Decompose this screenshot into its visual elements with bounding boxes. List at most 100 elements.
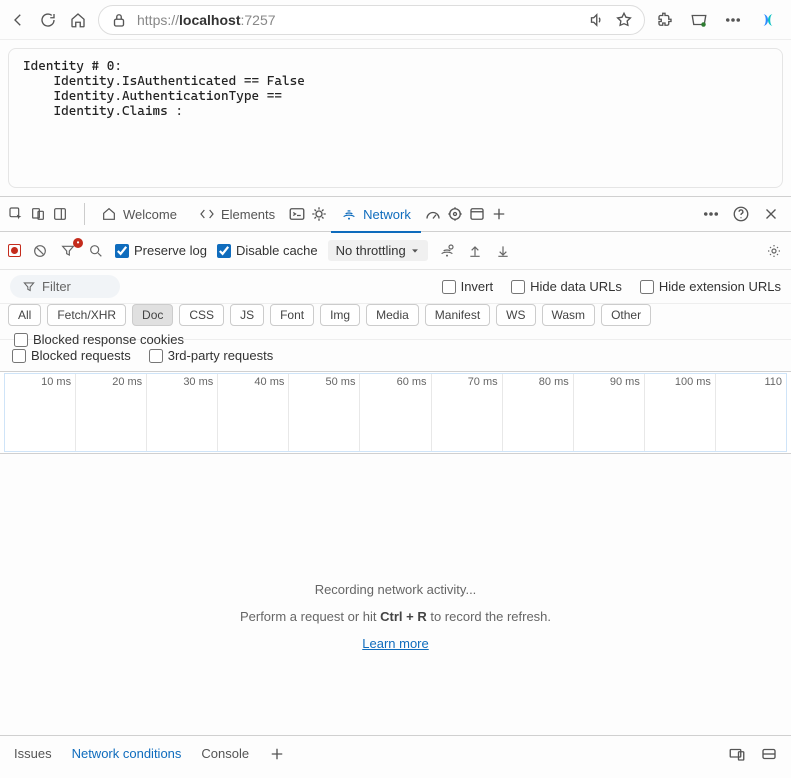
timeline-column: 20 ms <box>76 374 147 451</box>
timeline-label: 40 ms <box>254 376 284 388</box>
timeline-column: 70 ms <box>432 374 503 451</box>
sources-tab-icon[interactable] <box>309 204 329 224</box>
record-button[interactable] <box>8 244 21 257</box>
export-icon[interactable] <box>494 242 512 260</box>
help-icon[interactable] <box>731 204 751 224</box>
network-timeline[interactable]: 10 ms 20 ms 30 ms 40 ms 50 ms 60 ms 70 ms 80 ms… <box>0 372 791 454</box>
timeline-column: 40 ms <box>218 374 289 451</box>
timeline-label: 80 ms <box>539 376 569 388</box>
resource-pill-media[interactable]: Media <box>366 304 419 326</box>
drawer-expand-icon[interactable] <box>759 744 779 764</box>
timeline-column: 80 ms <box>503 374 574 451</box>
resource-pill-css[interactable]: CSS <box>179 304 224 326</box>
tab-welcome[interactable]: Welcome <box>91 196 187 232</box>
clear-icon[interactable] <box>31 242 49 260</box>
application-tab-icon[interactable] <box>467 204 487 224</box>
console-tab-icon[interactable] <box>287 204 307 224</box>
resource-type-filters: All Fetch/XHR Doc CSS JS Font Img Media Manifest… <box>0 304 791 340</box>
network-conditions-icon[interactable] <box>438 242 456 260</box>
disable-cache-checkbox[interactable]: Disable cache <box>217 243 318 258</box>
preserve-log-checkbox[interactable]: Preserve log <box>115 243 207 258</box>
resource-pill-font[interactable]: Font <box>270 304 314 326</box>
timeline-label: 110 <box>764 376 782 388</box>
timeline-label: 100 ms <box>675 376 711 388</box>
hide-data-urls-checkbox[interactable]: Hide data URLs <box>511 279 622 294</box>
learn-more-link[interactable]: Learn more <box>362 636 428 651</box>
drawer-tab-issues[interactable]: Issues <box>12 742 54 765</box>
divider <box>84 203 85 225</box>
network-settings-icon[interactable] <box>765 242 783 260</box>
drawer-tab-console[interactable]: Console <box>199 742 251 765</box>
filter-row-options: Filter Invert Hide data URLs Hide extens… <box>0 270 791 304</box>
refresh-icon[interactable] <box>38 10 58 30</box>
third-party-checkbox[interactable]: 3rd-party requests <box>149 348 274 363</box>
resource-pill-js[interactable]: JS <box>230 304 264 326</box>
devtools-more-icon[interactable] <box>701 204 721 224</box>
devtools-tabstrip: Welcome Elements Network <box>0 196 791 232</box>
inspect-icon[interactable] <box>6 204 26 224</box>
timeline-column: 50 ms <box>289 374 360 451</box>
tab-elements[interactable]: Elements <box>189 196 285 232</box>
timeline-label: 50 ms <box>326 376 356 388</box>
filter-input[interactable]: Filter <box>10 275 120 298</box>
search-icon[interactable] <box>87 242 105 260</box>
memory-tab-icon[interactable] <box>445 204 465 224</box>
blocked-requests-checkbox[interactable]: Blocked requests <box>12 348 131 363</box>
timeline-column: 110 <box>716 374 786 451</box>
dock-icon[interactable] <box>50 204 70 224</box>
recording-line1: Recording network activity... <box>315 582 477 597</box>
recording-placeholder: Recording network activity... Perform a … <box>0 454 791 778</box>
tab-network[interactable]: Network <box>331 196 421 232</box>
back-icon[interactable] <box>8 10 28 30</box>
extensions-icon[interactable] <box>655 10 675 30</box>
hide-extension-urls-checkbox[interactable]: Hide extension URLs <box>640 279 781 294</box>
add-tab-icon[interactable] <box>489 204 509 224</box>
blocked-cookies-checkbox[interactable]: Blocked response cookies <box>14 332 184 347</box>
copilot-icon[interactable] <box>757 9 779 31</box>
import-icon[interactable] <box>466 242 484 260</box>
timeline-column: 10 ms <box>5 374 76 451</box>
drawer-device-icon[interactable] <box>727 744 747 764</box>
resource-pill-img[interactable]: Img <box>320 304 360 326</box>
timeline-label: 70 ms <box>468 376 498 388</box>
inspect-device-icons <box>6 204 78 224</box>
resource-pill-other[interactable]: Other <box>601 304 651 326</box>
drawer-add-icon[interactable] <box>267 744 287 764</box>
devtools-drawer: Issues Network conditions Console <box>0 735 791 771</box>
address-bar[interactable]: https://localhost:7257 <box>98 5 645 35</box>
browser-toolbar: https://localhost:7257 <box>0 0 791 40</box>
timeline-label: 90 ms <box>610 376 640 388</box>
timeline-label: 60 ms <box>397 376 427 388</box>
resource-pill-doc[interactable]: Doc <box>132 304 173 326</box>
read-aloud-icon[interactable] <box>586 10 606 30</box>
close-devtools-icon[interactable] <box>761 204 781 224</box>
shopping-icon[interactable] <box>689 10 709 30</box>
timeline-column: 30 ms <box>147 374 218 451</box>
resource-pill-manifest[interactable]: Manifest <box>425 304 490 326</box>
network-toolbar: • Preserve log Disable cache No throttli… <box>0 232 791 270</box>
resource-pill-wasm[interactable]: Wasm <box>542 304 596 326</box>
browser-right-icons <box>655 9 783 31</box>
throttling-dropdown[interactable]: No throttling <box>328 240 428 261</box>
invert-checkbox[interactable]: Invert <box>442 279 494 294</box>
more-icon[interactable] <box>723 10 743 30</box>
url-text: https://localhost:7257 <box>137 12 276 28</box>
resource-pill-all[interactable]: All <box>8 304 41 326</box>
timeline-label: 10 ms <box>41 376 71 388</box>
lock-icon[interactable] <box>109 10 129 30</box>
performance-tab-icon[interactable] <box>423 204 443 224</box>
resource-pill-fetch-xhr[interactable]: Fetch/XHR <box>47 304 126 326</box>
timeline-label: 30 ms <box>183 376 213 388</box>
timeline-label: 20 ms <box>112 376 142 388</box>
timeline-column: 100 ms <box>645 374 716 451</box>
resource-pill-ws[interactable]: WS <box>496 304 535 326</box>
timeline-column: 90 ms <box>574 374 645 451</box>
filter-toggle-icon[interactable]: • <box>59 242 77 260</box>
favorite-icon[interactable] <box>614 10 634 30</box>
drawer-tab-network-conditions[interactable]: Network conditions <box>70 742 184 765</box>
recording-line2: Perform a request or hit Ctrl + R to rec… <box>240 609 551 624</box>
home-icon[interactable] <box>68 10 88 30</box>
device-toggle-icon[interactable] <box>28 204 48 224</box>
page-body: Identity # 0: Identity.IsAuthenticated =… <box>8 48 783 188</box>
timeline-column: 60 ms <box>360 374 431 451</box>
